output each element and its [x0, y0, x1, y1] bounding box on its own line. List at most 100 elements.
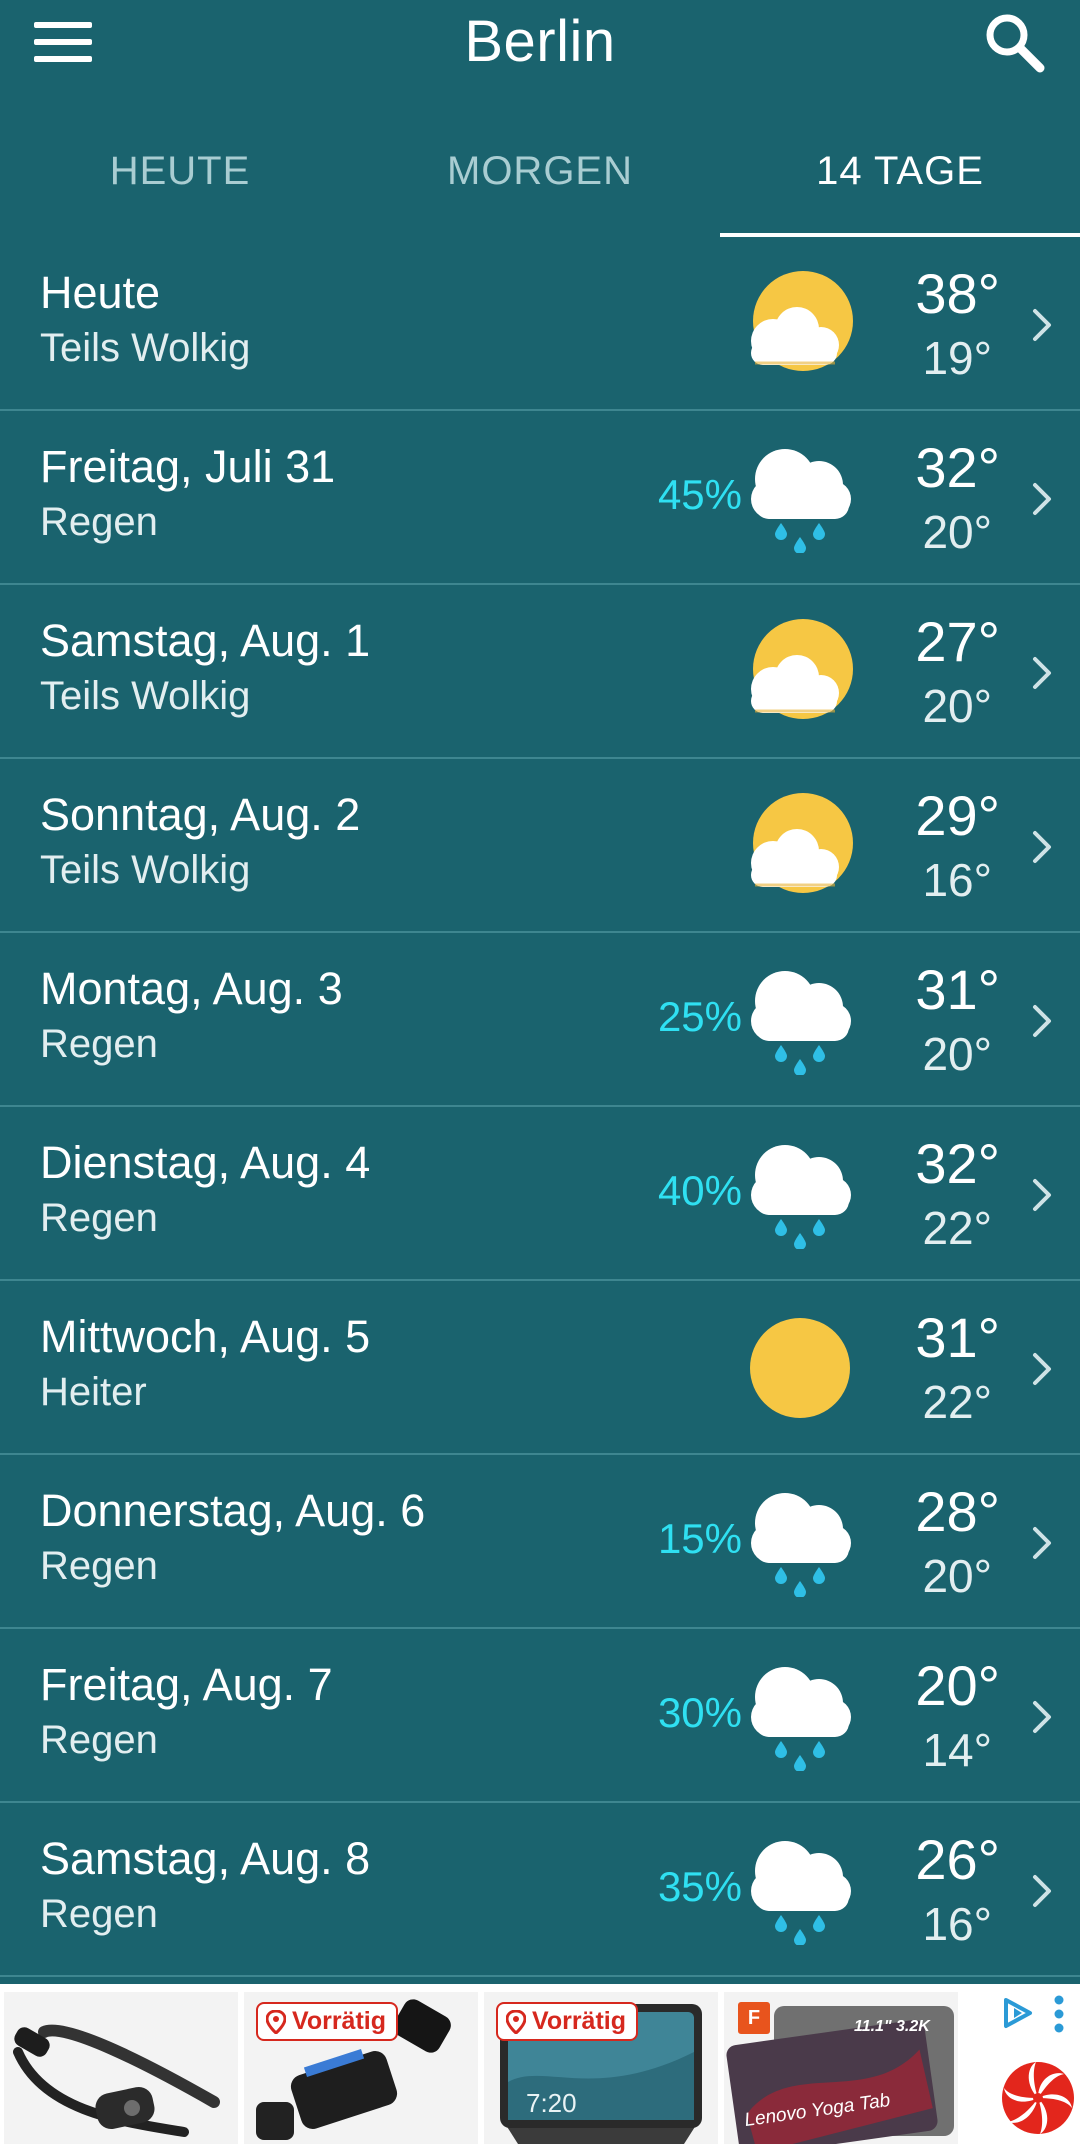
precip-chance: 40%: [657, 1167, 742, 1214]
condition-label: Regen: [40, 1718, 158, 1762]
chevron-right-icon: [1030, 481, 1054, 517]
location-pin-icon: [506, 2010, 526, 2034]
brand-spiral-logo: [1002, 2062, 1074, 2134]
rain-cloud-icon: [745, 965, 855, 1076]
neckband-image: [13, 2024, 220, 2137]
tab-bar: HEUTE MORGEN 14 TAGE: [0, 125, 1080, 237]
low-temp: 20°: [922, 1028, 992, 1080]
condition-label: Regen: [40, 1544, 158, 1588]
chevron-right-icon: [1030, 829, 1054, 865]
rain-cloud-icon: [745, 1661, 855, 1772]
chevron-right-icon: [1030, 1177, 1054, 1213]
high-temp: 27°: [915, 610, 1000, 673]
condition-label: Regen: [40, 500, 158, 544]
low-temp: 22°: [922, 1202, 992, 1254]
rain-cloud-icon: [745, 1835, 855, 1946]
day-label: Freitag, Juli 31: [40, 441, 336, 492]
in-stock-badge: Vorrätig: [256, 2002, 398, 2041]
chevron-right-icon: [1030, 1525, 1054, 1561]
chevron-right-icon: [1030, 1873, 1054, 1909]
condition-label: Heiter: [40, 1370, 147, 1414]
partly-cloudy-icon: [745, 791, 855, 901]
precip-chance: 15%: [657, 1515, 742, 1562]
day-label: Dienstag, Aug. 4: [40, 1137, 371, 1188]
location-pin-icon: [266, 2010, 286, 2034]
partly-cloudy-icon: [745, 269, 855, 379]
display-clock-text: 7:20: [526, 2088, 577, 2118]
precip-chance: 35%: [657, 1863, 742, 1910]
forecast-day-row[interactable]: Heute Teils Wolkig 38° 19°: [0, 237, 1080, 411]
tablet-specs-text: 11.1" 3.2K: [854, 2018, 930, 2035]
day-label: Montag, Aug. 3: [40, 963, 343, 1014]
ad-product-smart-display[interactable]: 7:20 Vorrätig: [484, 1992, 718, 2144]
chevron-right-icon: [1030, 1003, 1054, 1039]
high-temp: 32°: [915, 436, 1000, 499]
low-temp: 16°: [922, 854, 992, 906]
tab-14-tage[interactable]: 14 TAGE: [720, 125, 1080, 235]
ad-banner: Vorrätig 7:20 Vorrätig F 11.1" 3.2K Leno…: [0, 1984, 1080, 2148]
high-temp: 29°: [915, 784, 1000, 847]
precip-chance: 30%: [657, 1689, 742, 1736]
precip-chance: 45%: [657, 471, 742, 518]
partly-cloudy-icon: [745, 617, 855, 727]
day-label: Samstag, Aug. 1: [40, 615, 371, 666]
condition-label: Regen: [40, 1892, 158, 1936]
in-stock-badge: Vorrätig: [496, 2002, 638, 2041]
condition-label: Teils Wolkig: [40, 848, 251, 892]
in-stock-label: Vorrätig: [532, 2007, 626, 2035]
chevron-right-icon: [1030, 307, 1054, 343]
day-label: Mittwoch, Aug. 5: [40, 1311, 371, 1362]
condition-label: Teils Wolkig: [40, 326, 251, 370]
day-label: Donnerstag, Aug. 6: [40, 1485, 426, 1536]
rain-cloud-icon: [745, 1139, 855, 1250]
tab-heute[interactable]: HEUTE: [0, 125, 360, 235]
ad-product-card-reader[interactable]: Vorrätig: [244, 1992, 478, 2144]
forecast-day-row[interactable]: Mittwoch, Aug. 5 Heiter 31° 22°: [0, 1281, 1080, 1455]
forecast-day-row[interactable]: Samstag, Aug. 8 Regen 35% 26° 16°: [0, 1803, 1080, 1977]
day-label: Samstag, Aug. 8: [40, 1833, 371, 1884]
forecast-day-row[interactable]: Montag, Aug. 3 Regen 25% 31° 20°: [0, 933, 1080, 1107]
more-vert-icon[interactable]: [1052, 1994, 1066, 2034]
condition-label: Regen: [40, 1022, 158, 1066]
low-temp: 16°: [922, 1898, 992, 1950]
precip-chance: 25%: [657, 993, 742, 1040]
chevron-right-icon: [1030, 1351, 1054, 1387]
search-icon[interactable]: [982, 10, 1046, 74]
low-temp: 14°: [922, 1724, 992, 1776]
forecast-day-row[interactable]: Freitag, Juli 31 Regen 45% 32° 20°: [0, 411, 1080, 585]
ad-product-tablet[interactable]: F 11.1" 3.2K Lenovo Yoga Tab: [724, 1992, 958, 2144]
high-temp: 28°: [915, 1480, 1000, 1543]
forecast-list: Heute Teils Wolkig 38° 19° Freitag, Juli 31 R…: [0, 237, 1080, 1977]
ad-brand-column: [990, 1984, 1080, 2148]
high-temp: 38°: [915, 262, 1000, 325]
rain-cloud-icon: [745, 443, 855, 554]
low-temp: 22°: [922, 1376, 992, 1428]
adchoices-icon[interactable]: [1000, 1996, 1034, 2030]
ad-product-neckband[interactable]: [4, 1992, 238, 2144]
high-temp: 31°: [915, 1306, 1000, 1369]
condition-label: Teils Wolkig: [40, 674, 251, 718]
tab-morgen[interactable]: MORGEN: [360, 125, 720, 235]
high-temp: 31°: [915, 958, 1000, 1021]
city-title: Berlin: [464, 9, 616, 74]
chevron-right-icon: [1030, 655, 1054, 691]
day-label: Sonntag, Aug. 2: [40, 789, 361, 840]
app-header: Berlin: [0, 0, 1080, 90]
low-temp: 19°: [922, 332, 992, 384]
energy-label: F: [738, 2002, 770, 2034]
forecast-day-row[interactable]: Sonntag, Aug. 2 Teils Wolkig 29° 16°: [0, 759, 1080, 933]
low-temp: 20°: [922, 1550, 992, 1602]
low-temp: 20°: [922, 680, 992, 732]
high-temp: 26°: [915, 1828, 1000, 1891]
forecast-day-row[interactable]: Dienstag, Aug. 4 Regen 40% 32° 22°: [0, 1107, 1080, 1281]
day-label: Heute: [40, 267, 161, 318]
rain-cloud-icon: [745, 1487, 855, 1598]
chevron-right-icon: [1030, 1699, 1054, 1735]
sun-icon: [745, 1313, 855, 1423]
forecast-day-row[interactable]: Donnerstag, Aug. 6 Regen 15% 28° 20°: [0, 1455, 1080, 1629]
high-temp: 32°: [915, 1132, 1000, 1195]
high-temp: 20°: [915, 1654, 1000, 1717]
forecast-day-row[interactable]: Freitag, Aug. 7 Regen 30% 20° 14°: [0, 1629, 1080, 1803]
forecast-day-row[interactable]: Samstag, Aug. 1 Teils Wolkig 27° 20°: [0, 585, 1080, 759]
low-temp: 20°: [922, 506, 992, 558]
